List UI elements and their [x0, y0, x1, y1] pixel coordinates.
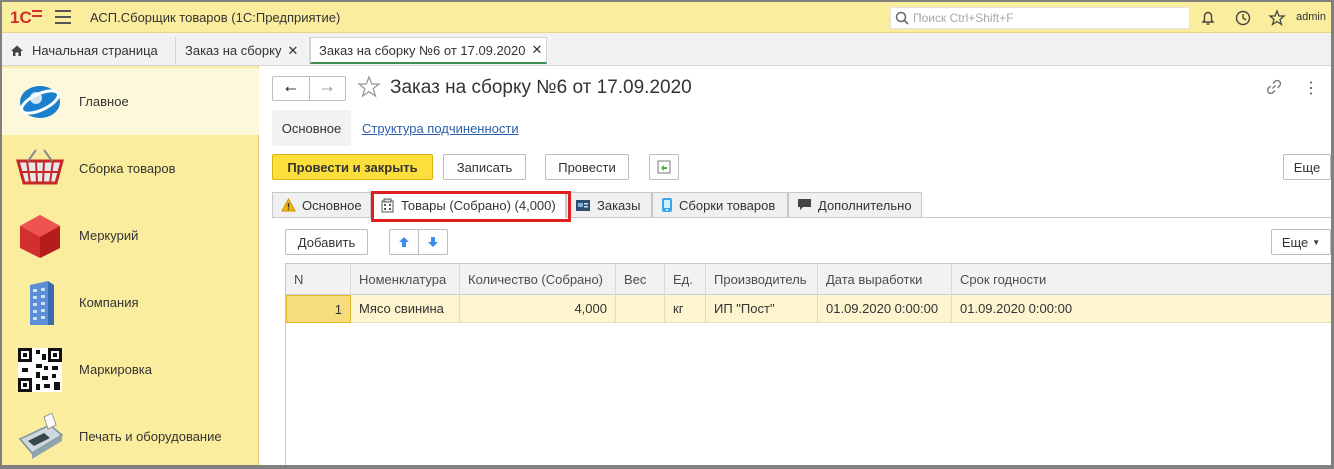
main-menu-button[interactable] [55, 10, 71, 24]
tab-order-list-label: Заказ на сборку [185, 43, 282, 58]
sidebar-item-label: Сборка товаров [79, 161, 176, 176]
goods-table[interactable]: N Номенклатура Количество (Собрано) Вес … [285, 263, 1331, 465]
column-header[interactable]: N [286, 264, 351, 295]
sidebar-item-main[interactable]: Главное [2, 68, 259, 135]
link-icon[interactable] [1266, 79, 1282, 95]
production-date-cell[interactable]: 01.09.2020 0:00:00 [818, 295, 952, 323]
table-row[interactable]: 1 Мясо свинина 4,000 кг ИП "Пост" 01.09.… [286, 295, 1331, 323]
column-header[interactable]: Количество (Собрано) [460, 264, 616, 295]
svg-text:1C: 1C [10, 8, 32, 26]
move-down-icon[interactable] [419, 230, 447, 254]
tab-goods-label: Товары (Собрано) (4,000) [401, 197, 556, 213]
warning-icon [281, 198, 296, 212]
sidebar-item-label: Главное [79, 94, 129, 109]
sections-panel: Главное Сборка товаров Меркурий Компания… [2, 66, 259, 465]
tab-goods[interactable]: Товары (Собрано) (4,000) [371, 192, 566, 218]
document-form: ⭠ ⭢ Заказ на сборку №6 от 17.09.2020 ⋮ О… [260, 66, 1331, 465]
more-button[interactable]: Еще [1283, 154, 1331, 180]
move-up-icon[interactable] [390, 230, 419, 254]
close-icon[interactable]: ✕ [287, 43, 298, 59]
column-header[interactable]: Ед. [665, 264, 706, 295]
home-icon [11, 45, 23, 56]
tab-home[interactable]: Начальная страница [2, 37, 176, 64]
globe-icon [20, 86, 60, 118]
open-windows-bar: Начальная страница Заказ на сборку ✕ Зак… [2, 33, 1331, 66]
nomenclature-cell[interactable]: Мясо свинина [351, 295, 460, 323]
sidebar-item-label: Компания [79, 295, 139, 310]
app-window: 1C АСП.Сборщик товаров (1С:Предприятие) … [2, 2, 1331, 465]
report-icon [657, 160, 671, 174]
tab-orders[interactable]: Заказы [566, 192, 652, 218]
favorite-star-icon[interactable] [357, 75, 381, 99]
column-header[interactable]: Производитель [706, 264, 818, 295]
payment-terminal-icon [18, 413, 64, 459]
tab-home-label: Начальная страница [32, 43, 158, 58]
phone-icon [662, 198, 672, 212]
bell-icon[interactable] [1199, 9, 1217, 27]
report-button[interactable] [649, 154, 679, 180]
favorites-star-icon[interactable] [1268, 9, 1286, 27]
app-title: АСП.Сборщик товаров (1С:Предприятие) [90, 10, 341, 25]
sidebar-item-label: Меркурий [79, 228, 139, 243]
global-search[interactable] [890, 7, 1190, 29]
document-title: Заказ на сборку №6 от 17.09.2020 [390, 77, 692, 98]
sidebar-item-label: Печать и оборудование [79, 429, 222, 444]
sidebar-item-assembly[interactable]: Сборка товаров [2, 135, 259, 202]
add-button[interactable]: Добавить [285, 229, 368, 255]
post-and-close-button[interactable]: Провести и закрыть [272, 154, 433, 180]
card-icon [576, 199, 590, 211]
sidebar-item-mercury[interactable]: Меркурий [2, 202, 259, 269]
forward-arrow-icon[interactable]: ⭢ [308, 77, 346, 100]
more-actions-icon[interactable]: ⋮ [1303, 78, 1319, 98]
top-bar: 1C АСП.Сборщик товаров (1С:Предприятие) … [2, 2, 1331, 33]
history-icon[interactable] [1234, 9, 1252, 27]
sidebar-item-printing[interactable]: Печать и оборудование [2, 403, 259, 465]
tab-main-label: Основное [302, 197, 362, 213]
sidebar-item-label: Маркировка [79, 362, 152, 377]
tab-order-list[interactable]: Заказ на сборку ✕ [177, 37, 310, 64]
red-cube-icon [20, 215, 60, 258]
search-icon [895, 11, 909, 25]
expiry-date-cell[interactable]: 01.09.2020 0:00:00 [952, 295, 1331, 323]
column-header[interactable]: Дата выработки [818, 264, 952, 295]
column-header[interactable]: Вес [616, 264, 665, 295]
sidebar-item-company[interactable]: Компания [2, 269, 259, 336]
manufacturer-cell[interactable]: ИП "Пост" [706, 295, 818, 323]
column-header[interactable]: Номенклатура [351, 264, 460, 295]
history-nav: ⭠ ⭢ [272, 76, 346, 101]
qr-code-icon [18, 348, 62, 392]
building-icon [30, 281, 54, 325]
tab-current-order-label: Заказ на сборку №6 от 17.09.2020 [319, 42, 526, 58]
table-more-button[interactable]: Еще ▼ [1271, 229, 1331, 255]
tab-assemblies[interactable]: Сборки товаров [652, 192, 788, 218]
search-input[interactable] [913, 10, 1183, 26]
chevron-down-icon: ▼ [1312, 237, 1321, 247]
subnav-structure-link[interactable]: Структура подчиненности [362, 121, 519, 136]
basket-icon [16, 149, 64, 185]
table-more-label: Еще [1281, 234, 1309, 250]
tab-orders-label: Заказы [597, 197, 641, 213]
row-number-cell[interactable]: 1 [286, 295, 351, 323]
unit-cell[interactable]: кг [665, 295, 706, 323]
column-header[interactable]: Срок годности [952, 264, 1331, 295]
weight-cell[interactable] [616, 295, 665, 323]
table-header: N Номенклатура Количество (Собрано) Вес … [286, 264, 1331, 295]
user-name[interactable]: admin [1296, 11, 1326, 23]
write-button[interactable]: Записать [443, 154, 526, 180]
tab-assemblies-label: Сборки товаров [679, 197, 776, 213]
subnav-main[interactable]: Основное [272, 110, 351, 146]
tab-main[interactable]: Основное [272, 192, 371, 218]
quantity-cell[interactable]: 4,000 [460, 295, 616, 323]
tab-additional-label: Дополнительно [818, 197, 912, 213]
tab-current-order[interactable]: Заказ на сборку №6 от 17.09.2020 ✕ [310, 37, 547, 64]
building-icon [381, 198, 394, 212]
tab-additional[interactable]: Дополнительно [788, 192, 922, 218]
move-buttons [389, 229, 448, 255]
back-arrow-icon[interactable]: ⭠ [273, 77, 309, 100]
sidebar-item-marking[interactable]: Маркировка [2, 336, 259, 403]
1c-logo: 1C [10, 8, 42, 26]
post-button[interactable]: Провести [545, 154, 629, 180]
close-icon[interactable]: ✕ [531, 42, 542, 58]
speech-icon [798, 199, 811, 210]
